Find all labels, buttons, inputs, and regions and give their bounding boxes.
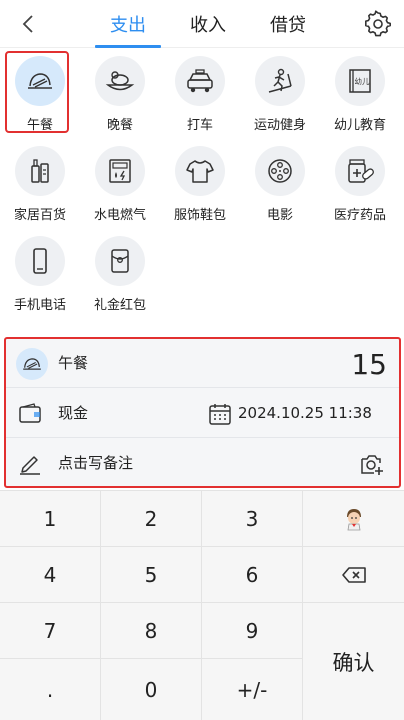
- category-label: 运动健身: [253, 118, 306, 133]
- category-label: 水电燃气: [93, 208, 146, 223]
- selected-category-label: 午餐: [58, 354, 89, 372]
- category-label: 家居百货: [13, 208, 66, 223]
- category-label: 医疗药品: [333, 208, 386, 223]
- key-2[interactable]: 2: [101, 491, 202, 547]
- tab-expense[interactable]: 支出: [88, 0, 168, 48]
- category-education[interactable]: 幼儿 幼儿教育: [320, 48, 400, 138]
- key-5[interactable]: 5: [101, 547, 202, 603]
- number-keypad: 1 2 3 4 5 6 7 8 9 确认 . 0 +/-: [0, 490, 404, 720]
- red-envelope-icon: [95, 236, 145, 286]
- category-film[interactable]: 电影: [240, 138, 320, 228]
- category-label: 晚餐: [106, 118, 133, 133]
- key-7[interactable]: 7: [0, 603, 101, 659]
- category-phone[interactable]: 手机电话: [0, 228, 80, 318]
- film-reel-icon: [255, 146, 305, 196]
- category-lunch[interactable]: 午餐: [0, 48, 80, 138]
- top-bar: 支出 收入 借贷: [0, 0, 404, 48]
- key-4[interactable]: 4: [0, 547, 101, 603]
- key-8[interactable]: 8: [101, 603, 202, 659]
- account-selector[interactable]: 现金: [58, 389, 88, 438]
- utilities-icon: [95, 146, 145, 196]
- fitness-icon: [255, 56, 305, 106]
- clothing-icon: [175, 146, 225, 196]
- category-label: 电影: [266, 208, 293, 223]
- wallet-icon: [19, 403, 41, 423]
- pencil-icon: [20, 456, 40, 475]
- key-3[interactable]: 3: [202, 491, 303, 547]
- category-clothing[interactable]: 服饰鞋包: [160, 138, 240, 228]
- category-label: 午餐: [26, 118, 53, 133]
- entry-detail-panel: 午餐 15 现金 2024.10.25 11:38 点击写备注: [4, 337, 401, 488]
- category-dinner[interactable]: 晚餐: [80, 48, 160, 138]
- avatar-key[interactable]: [303, 491, 404, 547]
- amount-display: 15: [351, 348, 387, 381]
- tab-loan[interactable]: 借贷: [248, 0, 328, 48]
- category-amount-row[interactable]: 午餐 15: [6, 339, 399, 388]
- category-label: 打车: [186, 118, 213, 133]
- camera-add-icon[interactable]: [359, 451, 385, 477]
- lunch-icon: [15, 56, 65, 106]
- dinner-icon: [95, 56, 145, 106]
- cartoon-avatar-icon: [346, 508, 361, 530]
- calendar-icon[interactable]: [208, 402, 232, 426]
- tab-income[interactable]: 收入: [168, 0, 248, 48]
- type-tabs: 支出 收入 借贷: [88, 0, 328, 48]
- key-0[interactable]: 0: [101, 659, 202, 720]
- taxi-icon: [175, 56, 225, 106]
- chevron-left-icon: [22, 15, 33, 33]
- category-medicine[interactable]: 医疗药品: [320, 138, 400, 228]
- category-label: 手机电话: [13, 298, 66, 313]
- key-9[interactable]: 9: [202, 603, 303, 659]
- household-icon: [15, 146, 65, 196]
- education-icon-text: 幼儿: [355, 76, 370, 86]
- backspace-key[interactable]: [303, 547, 404, 603]
- key-decimal[interactable]: .: [0, 659, 101, 720]
- note-input[interactable]: 点击写备注: [58, 439, 133, 488]
- account-date-row: 现金 2024.10.25 11:38: [6, 389, 399, 438]
- gear-icon[interactable]: [364, 10, 392, 38]
- education-book-icon: 幼儿: [335, 56, 385, 106]
- category-utilities[interactable]: 水电燃气: [80, 138, 160, 228]
- back-button[interactable]: [14, 10, 42, 38]
- medicine-icon: [335, 146, 385, 196]
- category-household[interactable]: 家居百货: [0, 138, 80, 228]
- category-label: 服饰鞋包: [173, 208, 226, 223]
- lunch-icon: [16, 348, 48, 380]
- category-label: 礼金红包: [93, 298, 146, 313]
- category-label: 幼儿教育: [333, 118, 386, 133]
- category-taxi[interactable]: 打车: [160, 48, 240, 138]
- backspace-icon: [341, 566, 366, 583]
- date-time-picker[interactable]: 2024.10.25 11:38: [238, 389, 372, 438]
- key-sign-toggle[interactable]: +/-: [202, 659, 303, 720]
- category-red-envelope[interactable]: 礼金红包: [80, 228, 160, 318]
- category-fitness[interactable]: 运动健身: [240, 48, 320, 138]
- confirm-button[interactable]: 确认: [303, 603, 404, 720]
- key-1[interactable]: 1: [0, 491, 101, 547]
- key-6[interactable]: 6: [202, 547, 303, 603]
- note-row[interactable]: 点击写备注: [6, 439, 399, 488]
- phone-icon: [15, 236, 65, 286]
